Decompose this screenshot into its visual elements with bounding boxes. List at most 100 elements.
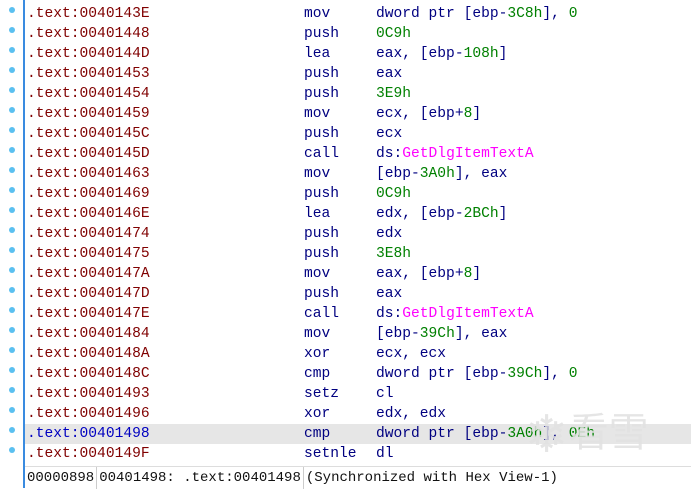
address[interactable]: .text:00401474 <box>27 224 150 244</box>
mnemonic[interactable]: push <box>304 284 339 304</box>
listing-row[interactable]: .text:0040144D lea eax, [ebp-108h] <box>9 44 691 64</box>
address[interactable]: .text:00401484 <box>27 324 150 344</box>
breakpoint-dot-icon[interactable] <box>9 127 15 133</box>
breakpoint-dot-icon[interactable] <box>9 27 15 33</box>
mnemonic[interactable]: mov <box>304 264 330 284</box>
address[interactable]: .text:0040147A <box>27 264 150 284</box>
address[interactable]: .text:00401453 <box>27 64 150 84</box>
listing-row[interactable]: .text:00401496 xor edx, edx <box>9 404 691 424</box>
listing-row[interactable]: .text:0040145D call ds:GetDlgItemTextA <box>9 144 691 164</box>
listing-row[interactable]: .text:00401475 push 3E8h <box>9 244 691 264</box>
listing-row[interactable]: .text:0040146E lea edx, [ebp-2BCh] <box>9 204 691 224</box>
mnemonic[interactable]: setz <box>304 384 339 404</box>
operand-text: ds: <box>376 146 403 162</box>
mnemonic[interactable]: push <box>304 224 339 244</box>
operands: cl <box>376 384 394 404</box>
operands: ds:GetDlgItemTextA <box>376 144 534 164</box>
address[interactable]: .text:0040143E <box>27 4 150 24</box>
address[interactable]: .text:0040146E <box>27 204 150 224</box>
import-name-link[interactable]: GetDlgItemTextA <box>402 146 533 162</box>
listing-row[interactable]: .text:0040145C push ecx <box>9 124 691 144</box>
mnemonic[interactable]: lea <box>304 204 330 224</box>
operand-text: ], eax <box>454 326 508 342</box>
mnemonic[interactable]: push <box>304 84 339 104</box>
breakpoint-dot-icon[interactable] <box>9 447 15 453</box>
listing-row[interactable]: .text:0040147E call ds:GetDlgItemTextA <box>9 304 691 324</box>
disassembly-listing[interactable]: .text:0040143E mov dword ptr [ebp-3C8h], 0… <box>9 4 691 464</box>
breakpoint-dot-icon[interactable] <box>9 7 15 13</box>
address[interactable]: .text:00401459 <box>27 104 150 124</box>
mnemonic[interactable]: push <box>304 124 339 144</box>
listing-row[interactable]: .text:0040147D push eax <box>9 284 691 304</box>
mnemonic[interactable]: setnle <box>304 444 357 464</box>
listing-row[interactable]: .text:0040143E mov dword ptr [ebp-3C8h], 0 <box>9 4 691 24</box>
address[interactable]: .text:00401469 <box>27 184 150 204</box>
listing-row[interactable]: .text:00401493 setz cl <box>9 384 691 404</box>
breakpoint-dot-icon[interactable] <box>9 47 15 53</box>
listing-row[interactable]: .text:00401463 mov [ebp-3A0h], eax <box>9 164 691 184</box>
mnemonic[interactable]: mov <box>304 164 330 184</box>
listing-row[interactable]: .text:00401459 mov ecx, [ebp+8] <box>9 104 691 124</box>
listing-row[interactable]: .text:00401484 mov [ebp-39Ch], eax <box>9 324 691 344</box>
address[interactable]: .text:0040148A <box>27 344 150 364</box>
address[interactable]: .text:00401493 <box>27 384 150 404</box>
breakpoint-dot-icon[interactable] <box>9 87 15 93</box>
mnemonic[interactable]: push <box>304 184 339 204</box>
breakpoint-dot-icon[interactable] <box>9 427 15 433</box>
mnemonic[interactable]: cmp <box>304 424 330 444</box>
breakpoint-dot-icon[interactable] <box>9 307 15 313</box>
breakpoint-dot-icon[interactable] <box>9 327 15 333</box>
operand-text: cl <box>376 386 394 402</box>
mnemonic[interactable]: cmp <box>304 364 330 384</box>
listing-row[interactable]: .text:0040148C cmp dword ptr [ebp-39Ch], 0 <box>9 364 691 384</box>
mnemonic[interactable]: push <box>304 64 339 84</box>
address[interactable]: .text:00401454 <box>27 84 150 104</box>
listing-row[interactable]: .text:00401498 cmp dword ptr [ebp-3A0h], 0… <box>9 424 691 444</box>
breakpoint-dot-icon[interactable] <box>9 167 15 173</box>
import-name-link[interactable]: GetDlgItemTextA <box>402 306 533 322</box>
breakpoint-dot-icon[interactable] <box>9 287 15 293</box>
address[interactable]: .text:00401496 <box>27 404 150 424</box>
mnemonic[interactable]: lea <box>304 44 330 64</box>
mnemonic[interactable]: mov <box>304 4 330 24</box>
breakpoint-dot-icon[interactable] <box>9 107 15 113</box>
address[interactable]: .text:00401498 <box>27 424 150 444</box>
address[interactable]: .text:0040145C <box>27 124 150 144</box>
listing-row[interactable]: .text:0040147A mov eax, [ebp+8] <box>9 264 691 284</box>
mnemonic[interactable]: push <box>304 24 339 44</box>
mnemonic[interactable]: xor <box>304 344 330 364</box>
mnemonic[interactable]: call <box>304 304 339 324</box>
listing-row[interactable]: .text:0040148A xor ecx, ecx <box>9 344 691 364</box>
listing-row[interactable]: .text:0040149F setnle dl <box>9 444 691 464</box>
breakpoint-dot-icon[interactable] <box>9 267 15 273</box>
breakpoint-dot-icon[interactable] <box>9 147 15 153</box>
listing-row[interactable]: .text:00401469 push 0C9h <box>9 184 691 204</box>
address[interactable]: .text:0040149F <box>27 444 150 464</box>
address[interactable]: .text:00401463 <box>27 164 150 184</box>
address[interactable]: .text:0040145D <box>27 144 150 164</box>
breakpoint-dot-icon[interactable] <box>9 387 15 393</box>
address[interactable]: .text:00401475 <box>27 244 150 264</box>
breakpoint-dot-icon[interactable] <box>9 347 15 353</box>
address[interactable]: .text:0040147E <box>27 304 150 324</box>
address[interactable]: .text:0040148C <box>27 364 150 384</box>
mnemonic[interactable]: mov <box>304 324 330 344</box>
address[interactable]: .text:00401448 <box>27 24 150 44</box>
breakpoint-dot-icon[interactable] <box>9 187 15 193</box>
mnemonic[interactable]: call <box>304 144 339 164</box>
listing-row[interactable]: .text:00401474 push edx <box>9 224 691 244</box>
address[interactable]: .text:0040144D <box>27 44 150 64</box>
listing-row[interactable]: .text:00401453 push eax <box>9 64 691 84</box>
breakpoint-dot-icon[interactable] <box>9 207 15 213</box>
mnemonic[interactable]: push <box>304 244 339 264</box>
listing-row[interactable]: .text:00401454 push 3E9h <box>9 84 691 104</box>
listing-row[interactable]: .text:00401448 push 0C9h <box>9 24 691 44</box>
breakpoint-dot-icon[interactable] <box>9 367 15 373</box>
mnemonic[interactable]: xor <box>304 404 330 424</box>
breakpoint-dot-icon[interactable] <box>9 407 15 413</box>
address[interactable]: .text:0040147D <box>27 284 150 304</box>
mnemonic[interactable]: mov <box>304 104 330 124</box>
breakpoint-dot-icon[interactable] <box>9 247 15 253</box>
breakpoint-dot-icon[interactable] <box>9 227 15 233</box>
breakpoint-dot-icon[interactable] <box>9 67 15 73</box>
